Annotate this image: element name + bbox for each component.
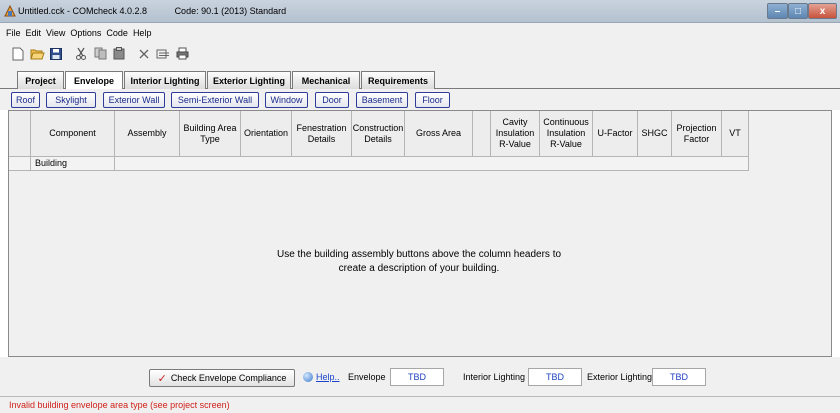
exterior-wall-button[interactable]: Exterior Wall	[103, 92, 165, 108]
column-header-vt[interactable]: VT	[722, 111, 749, 157]
exterior-lighting-result-field: TBD	[652, 368, 706, 386]
help-link[interactable]: Help..	[303, 372, 340, 382]
window-title: Untitled.cck - COMcheck 4.0.2.8 Code: 90…	[18, 6, 287, 16]
toolbar	[0, 42, 840, 65]
door-button[interactable]: Door	[315, 92, 349, 108]
tab-project[interactable]: Project	[17, 71, 64, 89]
table-row-selector[interactable]	[9, 157, 31, 171]
save-icon[interactable]	[48, 46, 64, 62]
column-header-building-area-type[interactable]: Building Area Type	[180, 111, 241, 157]
compliance-bar: ✓ Check Envelope Compliance Help.. Envel…	[0, 357, 840, 397]
help-link-label: Help..	[316, 372, 340, 382]
column-header-assembly[interactable]: Assembly	[115, 111, 180, 157]
close-button[interactable]: x	[808, 3, 837, 19]
skylight-button[interactable]: Skylight	[46, 92, 96, 108]
maximize-button[interactable]: □	[788, 3, 808, 19]
column-header-continuous-insulation[interactable]: Continuous Insulation R-Value	[540, 111, 593, 157]
assembly-button-bar: Roof Skylight Exterior Wall Semi-Exterio…	[0, 89, 840, 110]
envelope-result-field: TBD	[390, 368, 444, 386]
column-header-fenestration-details[interactable]: Fenestration Details	[292, 111, 352, 157]
menu-help[interactable]: Help	[133, 28, 152, 38]
tab-envelope[interactable]: Envelope	[65, 71, 123, 90]
window-button[interactable]: Window	[265, 92, 308, 108]
new-icon[interactable]	[10, 46, 26, 62]
app-icon	[4, 4, 16, 17]
column-header-select[interactable]	[9, 111, 31, 157]
table-row-building-rest[interactable]	[115, 157, 749, 171]
column-header-shgc[interactable]: SHGC	[638, 111, 672, 157]
envelope-label: Envelope	[348, 372, 386, 382]
column-header-gross-area[interactable]: Gross Area	[405, 111, 473, 157]
column-header-projection-factor[interactable]: Projection Factor	[672, 111, 722, 157]
tab-mechanical[interactable]: Mechanical	[292, 71, 360, 89]
title-bar: Untitled.cck - COMcheck 4.0.2.8 Code: 90…	[0, 0, 840, 23]
delete-icon[interactable]	[136, 46, 152, 62]
menu-view[interactable]: View	[46, 28, 65, 38]
help-icon	[303, 372, 313, 382]
roof-button[interactable]: Roof	[11, 92, 40, 108]
paste-icon[interactable]	[111, 46, 127, 62]
interior-lighting-result-field: TBD	[528, 368, 582, 386]
tab-exterior-lighting[interactable]: Exterior Lighting	[207, 71, 291, 89]
empty-table-message: Use the building assembly buttons above …	[276, 249, 562, 274]
envelope-table[interactable]: Component Assembly Building Area Type Or…	[8, 110, 832, 357]
column-header-blank[interactable]	[473, 111, 491, 157]
menu-edit[interactable]: Edit	[26, 28, 42, 38]
main-tabs: Project Envelope Interior Lighting Exter…	[0, 65, 840, 90]
column-header-orientation[interactable]: Orientation	[241, 111, 292, 157]
column-header-component[interactable]: Component	[31, 111, 115, 157]
print-icon[interactable]	[174, 46, 190, 62]
floor-button[interactable]: Floor	[415, 92, 450, 108]
edit-icon[interactable]	[155, 46, 171, 62]
menu-bar: File Edit View Options Code Help	[0, 23, 840, 42]
check-envelope-compliance-label: Check Envelope Compliance	[170, 373, 287, 383]
table-row-building-component[interactable]: Building	[31, 157, 115, 171]
column-header-cavity-insulation[interactable]: Cavity Insulation R-Value	[491, 111, 540, 157]
minimize-button[interactable]: –	[767, 3, 788, 19]
interior-lighting-label: Interior Lighting	[463, 372, 526, 382]
exterior-lighting-label: Exterior Lighting	[587, 372, 653, 382]
status-message: Invalid building envelope area type (see…	[0, 397, 840, 413]
basement-button[interactable]: Basement	[356, 92, 408, 108]
menu-options[interactable]: Options	[70, 28, 101, 38]
semi-exterior-wall-button[interactable]: Semi-Exterior Wall	[171, 92, 259, 108]
cut-icon[interactable]	[73, 46, 89, 62]
column-header-construction-details[interactable]: Construction Details	[352, 111, 405, 157]
open-icon[interactable]	[29, 46, 45, 62]
tab-requirements[interactable]: Requirements	[361, 71, 435, 89]
column-header-u-factor[interactable]: U-Factor	[593, 111, 638, 157]
checkmark-icon: ✓	[157, 372, 167, 385]
check-envelope-compliance-button[interactable]: ✓ Check Envelope Compliance	[149, 369, 295, 387]
menu-code[interactable]: Code	[106, 28, 128, 38]
menu-file[interactable]: File	[6, 28, 21, 38]
copy-icon[interactable]	[92, 46, 108, 62]
tab-interior-lighting[interactable]: Interior Lighting	[124, 71, 206, 89]
